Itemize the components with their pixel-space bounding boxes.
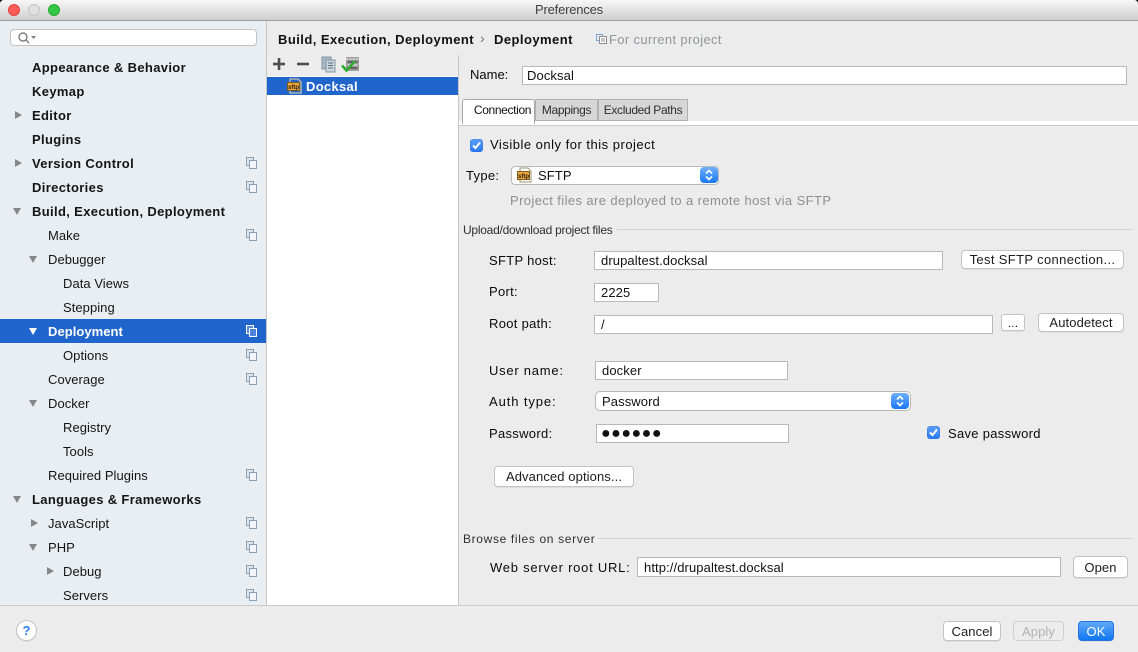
svg-text:sftp: sftp xyxy=(288,85,299,91)
svg-text:sftp: sftp xyxy=(518,174,529,180)
